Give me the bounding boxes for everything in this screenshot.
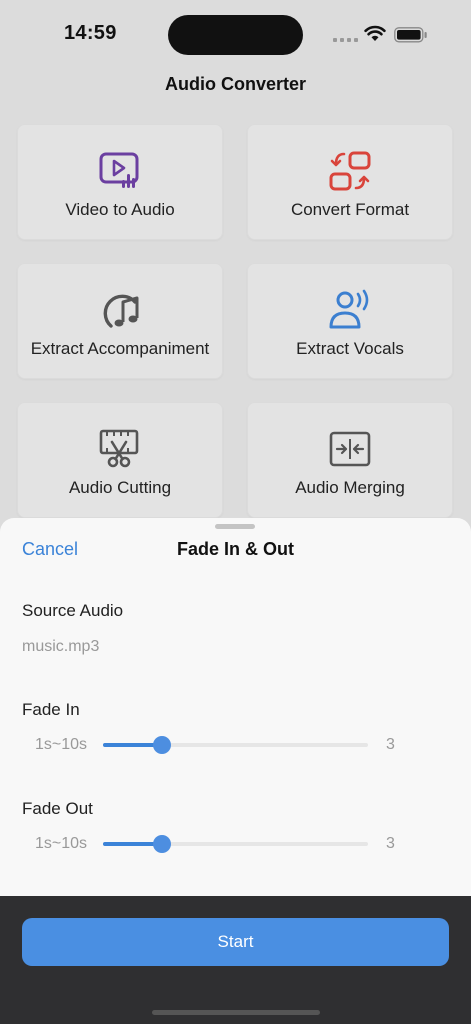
music-note-icon [97, 287, 143, 333]
fade-in-label: Fade In [22, 700, 80, 719]
tool-label: Audio Cutting [68, 478, 172, 497]
fade-out-slider[interactable] [103, 835, 368, 853]
tool-extract-vocals[interactable]: Extract Vocals [247, 263, 453, 379]
slider-thumb[interactable] [152, 835, 171, 853]
dynamic-island [168, 15, 303, 55]
fade-in-range: 1s~10s [35, 736, 88, 753]
fade-in-slider[interactable] [103, 736, 368, 754]
cancel-button[interactable]: Cancel [22, 539, 78, 560]
tool-convert-format[interactable]: Convert Format [247, 124, 453, 240]
source-audio-label: Source Audio [22, 601, 124, 620]
tool-label: Audio Merging [295, 478, 405, 497]
slider-thumb[interactable] [152, 736, 171, 754]
page-title: Audio Converter [164, 74, 306, 94]
status-bar: 14:59 [0, 0, 471, 70]
sheet-grabber[interactable] [215, 524, 255, 529]
tool-extract-accompaniment[interactable]: Extract Accompaniment [17, 263, 223, 379]
tool-label: Video to Audio [65, 200, 175, 219]
tool-label: Extract Accompaniment [30, 339, 210, 358]
scissors-film-icon [97, 426, 143, 472]
tool-label: Extract Vocals [296, 339, 404, 358]
fade-sheet: Cancel Fade In & Out Source Audio music.… [0, 518, 471, 896]
start-button[interactable]: Start [22, 918, 449, 966]
bottom-bar: Start [0, 896, 471, 1024]
fade-in-value: 3 [386, 736, 395, 753]
cellular-signal-icon [333, 38, 358, 42]
status-time: 14:59 [64, 22, 117, 44]
merge-icon [327, 426, 373, 472]
wifi-icon [364, 25, 386, 41]
tool-audio-cutting[interactable]: Audio Cutting [17, 402, 223, 518]
tool-video-to-audio[interactable]: Video to Audio [17, 124, 223, 240]
video-to-audio-icon [97, 148, 143, 194]
vocals-icon [327, 287, 373, 333]
home-indicator [152, 1010, 320, 1015]
convert-format-icon [327, 148, 373, 194]
fade-out-value: 3 [386, 835, 395, 852]
fade-out-label: Fade Out [22, 799, 93, 818]
fade-out-range: 1s~10s [35, 835, 88, 852]
source-file-name[interactable]: music.mp3 [22, 638, 99, 656]
battery-icon [394, 27, 427, 43]
tool-label: Convert Format [290, 200, 410, 219]
tool-audio-merging[interactable]: Audio Merging [247, 402, 453, 518]
